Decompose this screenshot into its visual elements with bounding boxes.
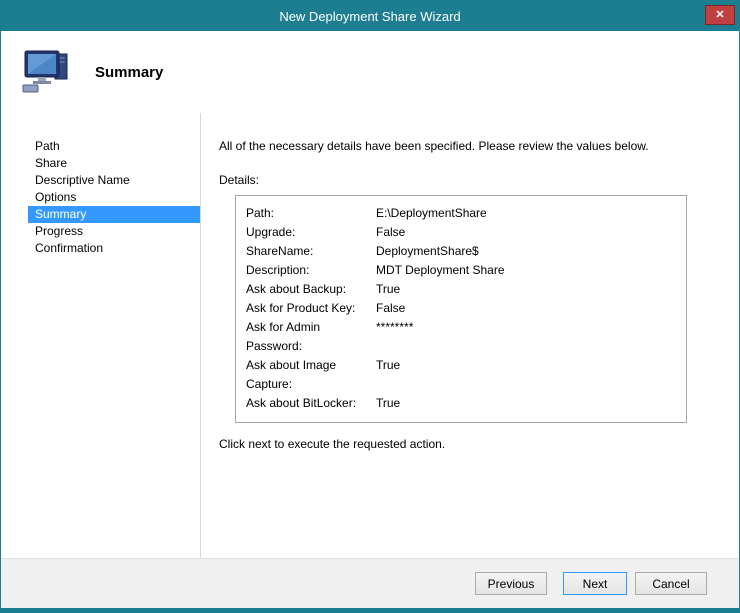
detail-value: MDT Deployment Share [376, 261, 676, 280]
detail-row: Ask about Image Capture: True [246, 356, 676, 394]
detail-row: Ask about Backup: True [246, 280, 676, 299]
intro-text: All of the necessary details have been s… [219, 139, 719, 153]
detail-value: True [376, 394, 676, 413]
close-button[interactable]: ✕ [705, 5, 735, 25]
sidebar-item-progress: Progress [28, 223, 200, 240]
button-bar: Previous Next Cancel [1, 558, 739, 608]
sidebar-item-share: Share [28, 155, 200, 172]
detail-value: True [376, 356, 676, 394]
detail-key: Path: [246, 204, 376, 223]
page-title: Summary [83, 64, 163, 81]
detail-row: Ask about BitLocker: True [246, 394, 676, 413]
sidebar-item-confirmation: Confirmation [28, 240, 200, 257]
detail-key: Ask for Product Key: [246, 299, 376, 318]
detail-value: True [376, 280, 676, 299]
header: Summary [1, 31, 739, 113]
detail-value: False [376, 223, 676, 242]
sidebar-item-options: Options [28, 189, 200, 206]
footer-note: Click next to execute the requested acti… [219, 437, 719, 451]
detail-value: DeploymentShare$ [376, 242, 676, 261]
computer-icon [21, 47, 83, 98]
detail-row: Ask for Admin Password: ******** [246, 318, 676, 356]
detail-value: False [376, 299, 676, 318]
detail-key: Ask about BitLocker: [246, 394, 376, 413]
close-icon: ✕ [715, 10, 724, 21]
detail-row: Ask for Product Key: False [246, 299, 676, 318]
sidebar-item-descriptive-name: Descriptive Name [28, 172, 200, 189]
detail-key: Ask about Backup: [246, 280, 376, 299]
detail-key: Ask about Image Capture: [246, 356, 376, 394]
detail-key: Upgrade: [246, 223, 376, 242]
next-button[interactable]: Next [563, 572, 627, 595]
detail-key: ShareName: [246, 242, 376, 261]
wizard-steps: Path Share Descriptive Name Options Summ… [1, 113, 201, 558]
sidebar-item-path: Path [28, 138, 200, 155]
detail-value: E:\DeploymentShare [376, 204, 676, 223]
cancel-button[interactable]: Cancel [635, 572, 707, 595]
detail-value: ******** [376, 318, 676, 356]
detail-key: Description: [246, 261, 376, 280]
previous-button[interactable]: Previous [475, 572, 547, 595]
wizard-window: New Deployment Share Wizard ✕ Summary [0, 0, 740, 613]
detail-key: Ask for Admin Password: [246, 318, 376, 356]
titlebar: New Deployment Share Wizard ✕ [1, 1, 739, 31]
body: Path Share Descriptive Name Options Summ… [1, 113, 739, 558]
detail-row: Path: E:\DeploymentShare [246, 204, 676, 223]
detail-row: Description: MDT Deployment Share [246, 261, 676, 280]
detail-row: ShareName: DeploymentShare$ [246, 242, 676, 261]
details-panel: Path: E:\DeploymentShare Upgrade: False … [235, 195, 687, 423]
main-content: All of the necessary details have been s… [201, 113, 739, 558]
detail-row: Upgrade: False [246, 223, 676, 242]
details-label: Details: [219, 173, 719, 187]
window-title: New Deployment Share Wizard [279, 9, 460, 24]
sidebar-item-summary: Summary [28, 206, 200, 223]
